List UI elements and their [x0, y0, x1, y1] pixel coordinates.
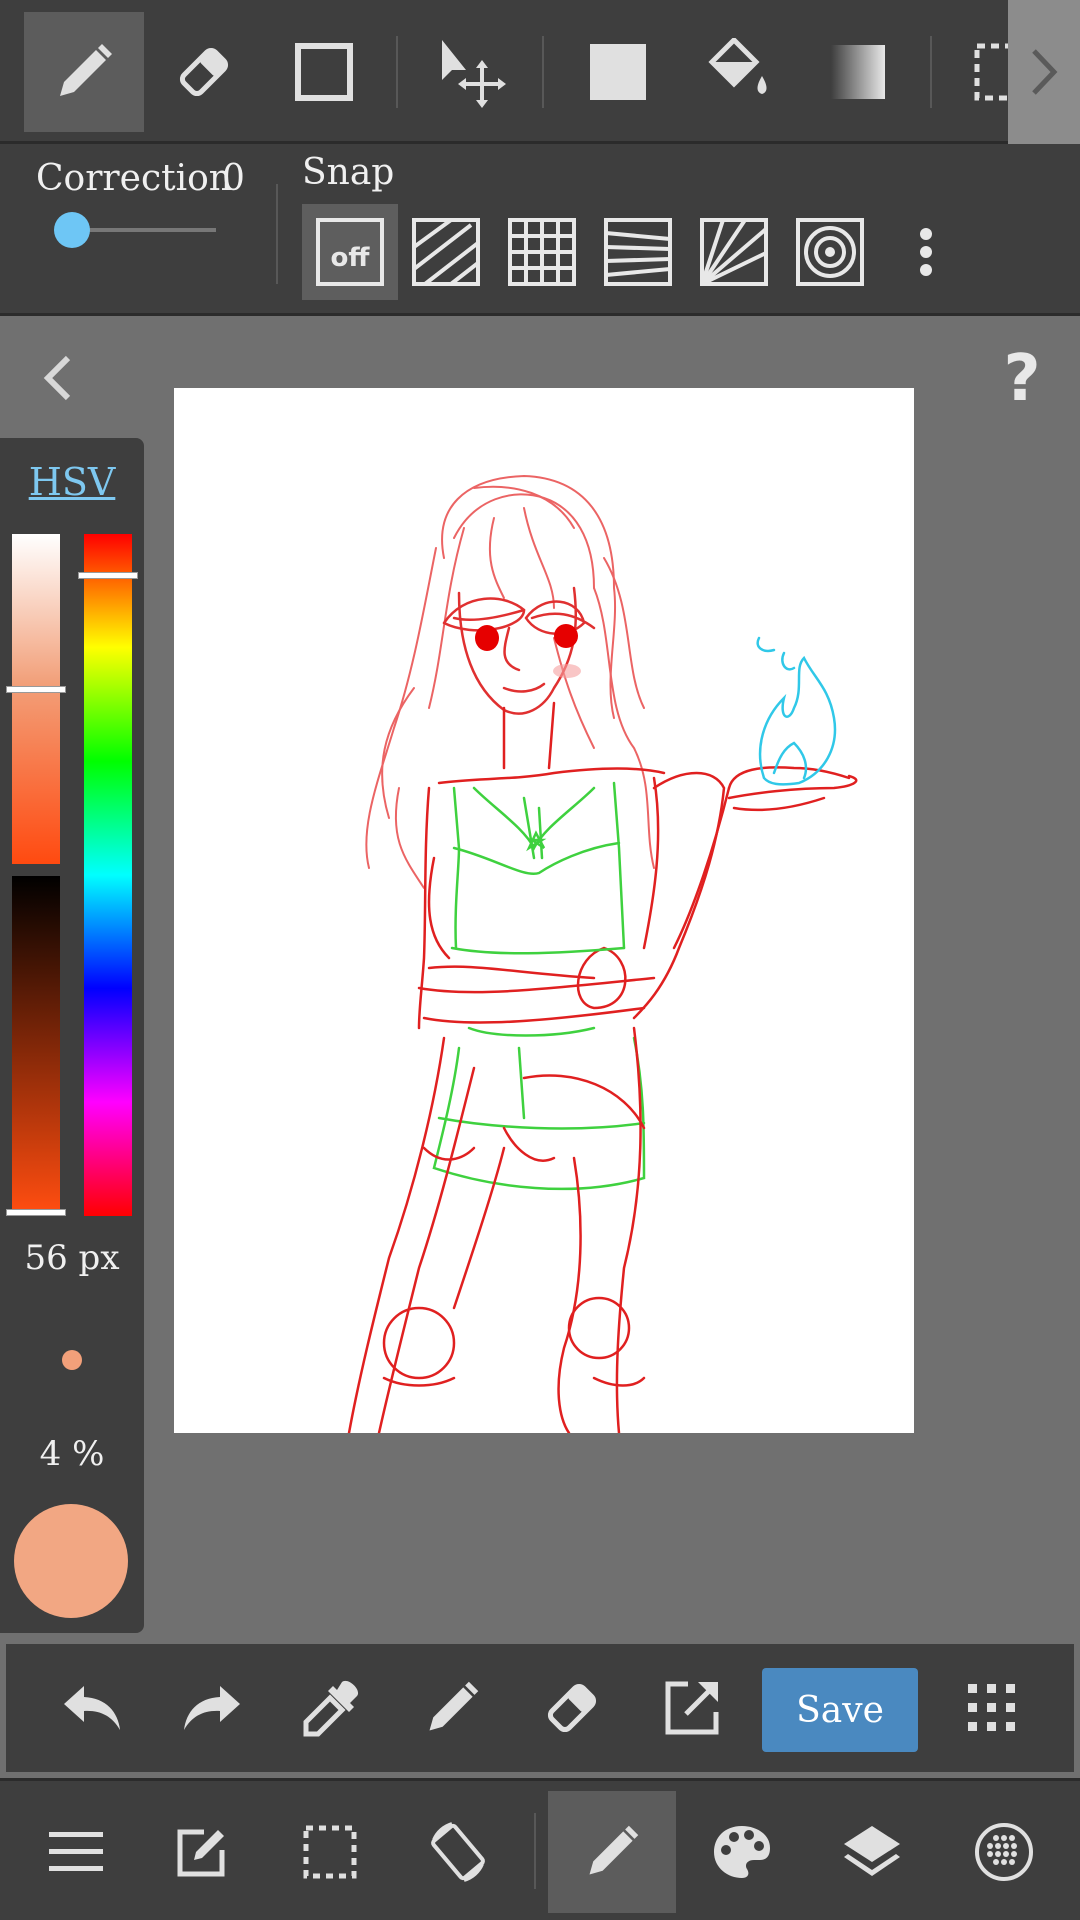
menu-button[interactable]: [12, 1791, 140, 1913]
current-color-swatch[interactable]: [14, 1504, 128, 1618]
sketch-artwork: [347, 474, 858, 1433]
move-icon: [442, 40, 506, 108]
snap-grid-icon: [508, 218, 576, 286]
divider: [542, 36, 544, 108]
redo-button[interactable]: [180, 1676, 244, 1740]
move-tool-button[interactable]: [412, 12, 532, 132]
rectangle-outline-icon: [295, 43, 353, 101]
correction-label: Correction: [36, 158, 232, 199]
edit-button[interactable]: [138, 1791, 266, 1913]
grid-menu-button[interactable]: [960, 1676, 1024, 1740]
value-handle[interactable]: [6, 1209, 66, 1216]
snap-off-icon: off: [316, 218, 384, 286]
palette-icon: [714, 1826, 770, 1878]
correction-slider-knob[interactable]: [54, 212, 90, 248]
edit-icon: [177, 1829, 225, 1877]
fill-rectangle-icon: [590, 44, 646, 100]
pen-quick-button[interactable]: [420, 1676, 484, 1740]
bucket-tool-button[interactable]: [678, 12, 798, 132]
opacity-value[interactable]: 4 %: [0, 1434, 144, 1474]
snap-perspective-icon: [604, 218, 672, 286]
pen-icon: [429, 1681, 479, 1731]
snap-more-button[interactable]: [906, 224, 946, 284]
color-panel: HSV 56 px 4 %: [0, 438, 144, 1633]
rotate-canvas-icon: [431, 1822, 485, 1882]
undo-icon: [64, 1686, 120, 1730]
selection-icon: [303, 1825, 357, 1879]
drawing-canvas[interactable]: [174, 388, 914, 1433]
hue-bar[interactable]: [84, 534, 132, 1216]
export-icon: [665, 1681, 719, 1735]
selection-button[interactable]: [266, 1791, 394, 1913]
material-icon: [975, 1823, 1033, 1881]
redo-icon: [184, 1686, 240, 1730]
eraser-tool-button[interactable]: [144, 12, 264, 132]
snap-perspective-button[interactable]: [590, 204, 686, 300]
pen-tool-button[interactable]: [24, 12, 144, 132]
palette-button[interactable]: [678, 1791, 806, 1913]
eyedropper-button[interactable]: [300, 1676, 364, 1740]
snap-off-label: off: [331, 243, 371, 273]
correction-slider[interactable]: [72, 228, 216, 232]
brush-size-value[interactable]: 56 px: [0, 1238, 144, 1278]
chevron-right-icon: [1032, 49, 1058, 95]
gradient-tool-button[interactable]: [798, 12, 918, 132]
material-button[interactable]: [940, 1791, 1068, 1913]
brush-icon: [589, 1825, 639, 1875]
divider: [534, 1813, 536, 1889]
snap-concentric-icon: [796, 218, 864, 286]
more-tools-button[interactable]: [1008, 0, 1080, 144]
brush-preview-dot: [62, 1350, 82, 1370]
gradient-icon: [831, 45, 885, 99]
menu-icon: [49, 1832, 103, 1871]
saturation-bar[interactable]: [12, 534, 60, 864]
back-button[interactable]: [30, 348, 90, 408]
snap-parallel-button[interactable]: [398, 204, 494, 300]
fill-rectangle-tool-button[interactable]: [558, 12, 678, 132]
divider: [930, 36, 932, 108]
value-bar[interactable]: [12, 876, 60, 1212]
snap-concentric-button[interactable]: [782, 204, 878, 300]
correction-value: 0: [222, 158, 245, 199]
save-button[interactable]: Save: [762, 1668, 918, 1752]
help-label: ?: [1003, 342, 1040, 412]
grid-dots-icon: [968, 1684, 1015, 1731]
snap-off-button[interactable]: off: [302, 204, 398, 300]
eraser-icon: [547, 1683, 597, 1733]
snap-radial-button[interactable]: [686, 204, 782, 300]
saturation-handle[interactable]: [6, 686, 66, 693]
help-button[interactable]: ?: [994, 342, 1050, 412]
pen-icon: [60, 44, 112, 96]
bucket-fill-icon: [708, 38, 767, 94]
export-button[interactable]: [660, 1676, 724, 1740]
tool-bar: [0, 0, 1080, 144]
eraser-quick-button[interactable]: [540, 1676, 604, 1740]
layers-icon: [844, 1826, 900, 1876]
chevron-left-icon: [43, 355, 71, 401]
brush-options-bar: Correction 0 Snap off: [0, 144, 1080, 316]
help-icon: ?: [1003, 342, 1040, 412]
eraser-icon: [179, 47, 229, 97]
snap-parallel-icon: [412, 218, 480, 286]
divider: [396, 36, 398, 108]
snap-radial-icon: [700, 218, 768, 286]
brush-button[interactable]: [548, 1791, 676, 1913]
hsv-tab[interactable]: HSV: [0, 460, 144, 504]
bottom-navigation: [0, 1778, 1080, 1920]
divider: [276, 184, 278, 284]
rotate-canvas-button[interactable]: [394, 1791, 522, 1913]
action-bar: Save: [6, 1644, 1074, 1772]
snap-grid-button[interactable]: [494, 204, 590, 300]
hue-handle[interactable]: [78, 572, 138, 579]
vertical-dots-icon: [920, 228, 932, 276]
layers-button[interactable]: [808, 1791, 936, 1913]
undo-button[interactable]: [60, 1676, 124, 1740]
snap-label: Snap: [302, 152, 395, 193]
rectangle-tool-button[interactable]: [264, 12, 384, 132]
eyedropper-icon: [303, 1680, 359, 1737]
